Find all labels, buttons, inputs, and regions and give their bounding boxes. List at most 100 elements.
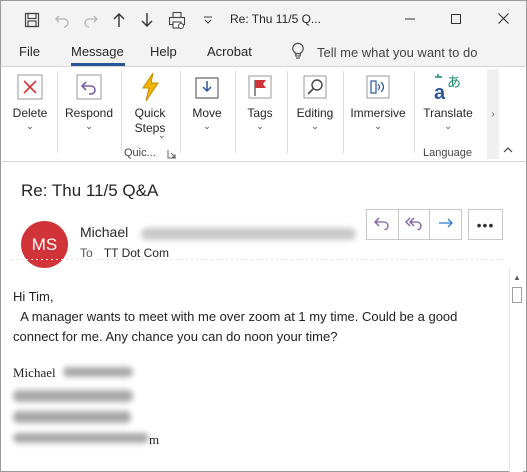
- chevron-down-icon: ⌄: [311, 121, 319, 131]
- forward-icon: [438, 217, 454, 232]
- translate-label: Translate: [423, 106, 473, 120]
- print-icon[interactable]: [166, 9, 188, 31]
- reply-all-button[interactable]: [399, 210, 431, 239]
- immersive-label: Immersive: [350, 106, 406, 120]
- forward-button[interactable]: [430, 210, 461, 239]
- recipient-line: To TT Dot Com: [80, 246, 169, 260]
- redacted-text: [63, 367, 133, 377]
- dialog-launcher-icon[interactable]: [167, 148, 177, 159]
- reply-all-icon: [405, 216, 423, 233]
- chevron-down-icon: ⌄: [85, 121, 93, 131]
- delete-icon: [14, 71, 46, 103]
- chevron-down-icon: ⌄: [203, 121, 211, 131]
- quick-steps-button[interactable]: Quick Steps: [127, 71, 173, 136]
- svg-text:a: a: [434, 82, 446, 103]
- move-button[interactable]: Move ⌄: [187, 71, 227, 131]
- window-title: Re: Thu 11/5 Q...: [230, 12, 321, 26]
- ribbon-separator: [57, 71, 58, 153]
- tab-help[interactable]: Help: [150, 44, 177, 59]
- lightbulb-icon: [291, 42, 305, 63]
- language-group-label: Language: [423, 147, 472, 159]
- sender-address-redacted: [141, 228, 356, 240]
- chevron-down-icon: ⌄: [374, 121, 382, 131]
- vertical-scrollbar[interactable]: ▲: [509, 269, 523, 472]
- redacted-text: [13, 433, 149, 443]
- greeting: Hi Tim,: [13, 289, 54, 304]
- to-label: To: [80, 246, 93, 260]
- redacted-text: [13, 390, 133, 402]
- undo-icon[interactable]: [51, 9, 73, 31]
- reply-icon: [73, 71, 105, 103]
- ribbon-separator: [414, 71, 415, 153]
- tell-me-label: Tell me what you want to do: [317, 45, 478, 60]
- sender-name[interactable]: Michael: [80, 224, 128, 240]
- chevron-down-icon: ⌄: [158, 130, 166, 140]
- signature-tail: m: [149, 432, 160, 447]
- reading-pane: Re: Thu 11/5 Q&A MS Michael To TT Dot Co…: [0, 162, 527, 472]
- close-button[interactable]: [480, 1, 526, 39]
- respond-label: Respond: [64, 106, 114, 120]
- tags-button[interactable]: Tags ⌄: [241, 71, 279, 131]
- header-divider: [11, 259, 506, 260]
- delete-button[interactable]: Delete ⌄: [9, 71, 51, 131]
- editing-button[interactable]: Editing ⌄: [293, 71, 337, 131]
- recipient-name[interactable]: TT Dot Com: [104, 246, 169, 260]
- menu-bar: File Message Help Acrobat Tell me what y…: [0, 38, 527, 66]
- down-arrow-icon[interactable]: [136, 9, 158, 31]
- message-actions: [366, 209, 462, 240]
- maximize-icon: [451, 13, 461, 27]
- customize-icon[interactable]: [197, 9, 219, 31]
- ribbon-separator: [287, 71, 288, 153]
- message-body[interactable]: Hi Tim, A manager wants to meet with me …: [13, 287, 506, 447]
- tab-acrobat[interactable]: Acrobat: [207, 44, 252, 59]
- redo-icon[interactable]: [80, 9, 102, 31]
- scroll-up-icon[interactable]: ▲: [512, 273, 522, 283]
- lightning-icon: [134, 71, 166, 103]
- translate-button[interactable]: aあ Translate ⌄: [420, 71, 476, 131]
- ribbon-separator: [121, 71, 122, 153]
- ribbon-separator: [180, 71, 181, 153]
- ribbon: Delete ⌄ Respond ⌄ Quick Steps ⌄ Quic...…: [0, 66, 527, 162]
- immersive-reader-icon: [362, 71, 394, 103]
- svg-text:あ: あ: [447, 75, 461, 91]
- ribbon-separator: [235, 71, 236, 153]
- message-subject: Re: Thu 11/5 Q&A: [21, 181, 159, 200]
- translate-icon: aあ: [432, 71, 464, 103]
- editing-label: Editing: [296, 106, 334, 120]
- avatar-initials: MS: [31, 234, 58, 254]
- chevron-down-icon: ⌄: [444, 121, 452, 131]
- close-icon: [497, 13, 509, 27]
- signature-name: Michael: [13, 365, 56, 380]
- chevron-right-icon: ›: [491, 108, 495, 120]
- flag-icon: [244, 71, 276, 103]
- tab-file[interactable]: File: [19, 44, 40, 59]
- search-icon: [299, 71, 331, 103]
- chevron-down-icon: ⌄: [26, 121, 34, 131]
- more-actions-button[interactable]: •••: [468, 209, 503, 240]
- save-icon[interactable]: [21, 9, 43, 31]
- tell-me-search[interactable]: Tell me what you want to do: [291, 42, 477, 63]
- body-paragraph: A manager wants to meet with me over zoo…: [13, 309, 462, 344]
- minimize-icon: [405, 13, 415, 27]
- quick-steps-group-label: Quic...: [124, 147, 156, 159]
- maximize-button[interactable]: [433, 1, 479, 39]
- tab-message[interactable]: Message: [71, 44, 124, 59]
- delete-label: Delete: [12, 106, 48, 120]
- chevron-down-icon: ⌄: [256, 121, 264, 131]
- ribbon-separator: [343, 71, 344, 153]
- collapse-ribbon-icon[interactable]: [503, 145, 513, 157]
- redacted-text: [13, 411, 131, 423]
- avatar[interactable]: MS: [21, 221, 68, 268]
- immersive-button[interactable]: Immersive ⌄: [348, 71, 408, 131]
- minimize-button[interactable]: [387, 1, 433, 39]
- tags-label: Tags: [247, 106, 273, 120]
- move-icon: [191, 71, 223, 103]
- respond-button[interactable]: Respond ⌄: [63, 71, 115, 131]
- up-arrow-icon[interactable]: [108, 9, 130, 31]
- quick-steps-label-1: Quick: [134, 106, 166, 120]
- move-label: Move: [192, 106, 222, 120]
- ribbon-scroll-right[interactable]: ›: [487, 69, 499, 159]
- scrollbar-thumb[interactable]: [512, 287, 522, 303]
- reply-icon: [374, 216, 390, 233]
- reply-button[interactable]: [367, 210, 399, 239]
